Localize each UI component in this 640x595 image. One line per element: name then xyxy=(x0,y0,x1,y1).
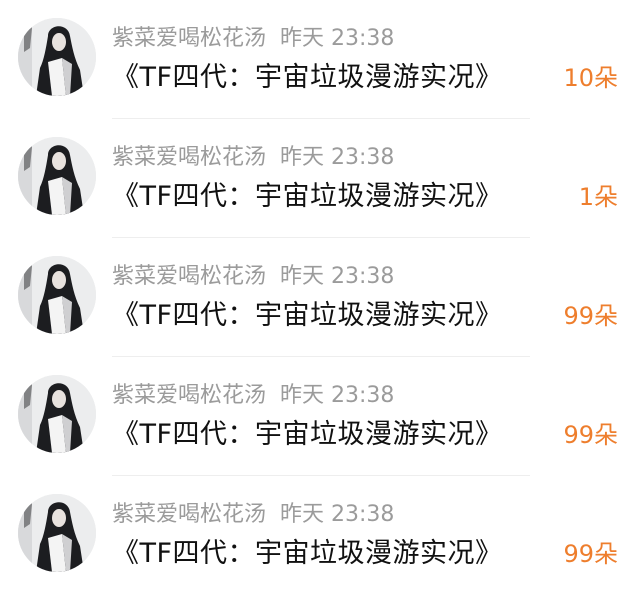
work-title[interactable]: 《TF四代：宇宙垃圾漫游实况》 xyxy=(112,298,503,334)
flower-count: 99朵 xyxy=(563,302,618,330)
gift-record-list: 紫菜爱喝松花汤 昨天 23:38 《TF四代：宇宙垃圾漫游实况》 10朵 紫菜爱喝… xyxy=(0,0,640,595)
flower-count: 10朵 xyxy=(563,64,618,92)
work-title[interactable]: 《TF四代：宇宙垃圾漫游实况》 xyxy=(112,417,503,453)
timestamp: 昨天 23:38 xyxy=(280,502,395,527)
flower-count: 99朵 xyxy=(563,540,618,568)
gift-record-row[interactable]: 紫菜爱喝松花汤 昨天 23:38 《TF四代：宇宙垃圾漫游实况》 99朵 xyxy=(0,357,640,476)
gift-record-row[interactable]: 紫菜爱喝松花汤 昨天 23:38 《TF四代：宇宙垃圾漫游实况》 99朵 xyxy=(0,238,640,357)
work-title[interactable]: 《TF四代：宇宙垃圾漫游实况》 xyxy=(112,536,503,572)
username[interactable]: 紫菜爱喝松花汤 xyxy=(112,383,266,408)
avatar[interactable] xyxy=(18,137,96,215)
gift-record-row[interactable]: 紫菜爱喝松花汤 昨天 23:38 《TF四代：宇宙垃圾漫游实况》 1朵 xyxy=(0,119,640,238)
meta-line: 紫菜爱喝松花汤 昨天 23:38 xyxy=(112,381,394,411)
timestamp: 昨天 23:38 xyxy=(280,383,395,408)
avatar[interactable] xyxy=(18,494,96,572)
timestamp: 昨天 23:38 xyxy=(280,145,395,170)
meta-line: 紫菜爱喝松花汤 昨天 23:38 xyxy=(112,143,394,173)
username[interactable]: 紫菜爱喝松花汤 xyxy=(112,145,266,170)
username[interactable]: 紫菜爱喝松花汤 xyxy=(112,502,266,527)
avatar[interactable] xyxy=(18,18,96,96)
gift-record-row[interactable]: 紫菜爱喝松花汤 昨天 23:38 《TF四代：宇宙垃圾漫游实况》 10朵 xyxy=(0,0,640,119)
flower-count: 99朵 xyxy=(563,421,618,449)
avatar[interactable] xyxy=(18,375,96,453)
timestamp: 昨天 23:38 xyxy=(280,264,395,289)
flower-count: 1朵 xyxy=(578,183,618,211)
meta-line: 紫菜爱喝松花汤 昨天 23:38 xyxy=(112,262,394,292)
avatar[interactable] xyxy=(18,256,96,334)
timestamp: 昨天 23:38 xyxy=(280,26,395,51)
work-title[interactable]: 《TF四代：宇宙垃圾漫游实况》 xyxy=(112,179,503,215)
username[interactable]: 紫菜爱喝松花汤 xyxy=(112,264,266,289)
meta-line: 紫菜爱喝松花汤 昨天 23:38 xyxy=(112,24,394,54)
username[interactable]: 紫菜爱喝松花汤 xyxy=(112,26,266,51)
meta-line: 紫菜爱喝松花汤 昨天 23:38 xyxy=(112,500,394,530)
gift-record-row[interactable]: 紫菜爱喝松花汤 昨天 23:38 《TF四代：宇宙垃圾漫游实况》 99朵 xyxy=(0,476,640,595)
work-title[interactable]: 《TF四代：宇宙垃圾漫游实况》 xyxy=(112,60,503,96)
